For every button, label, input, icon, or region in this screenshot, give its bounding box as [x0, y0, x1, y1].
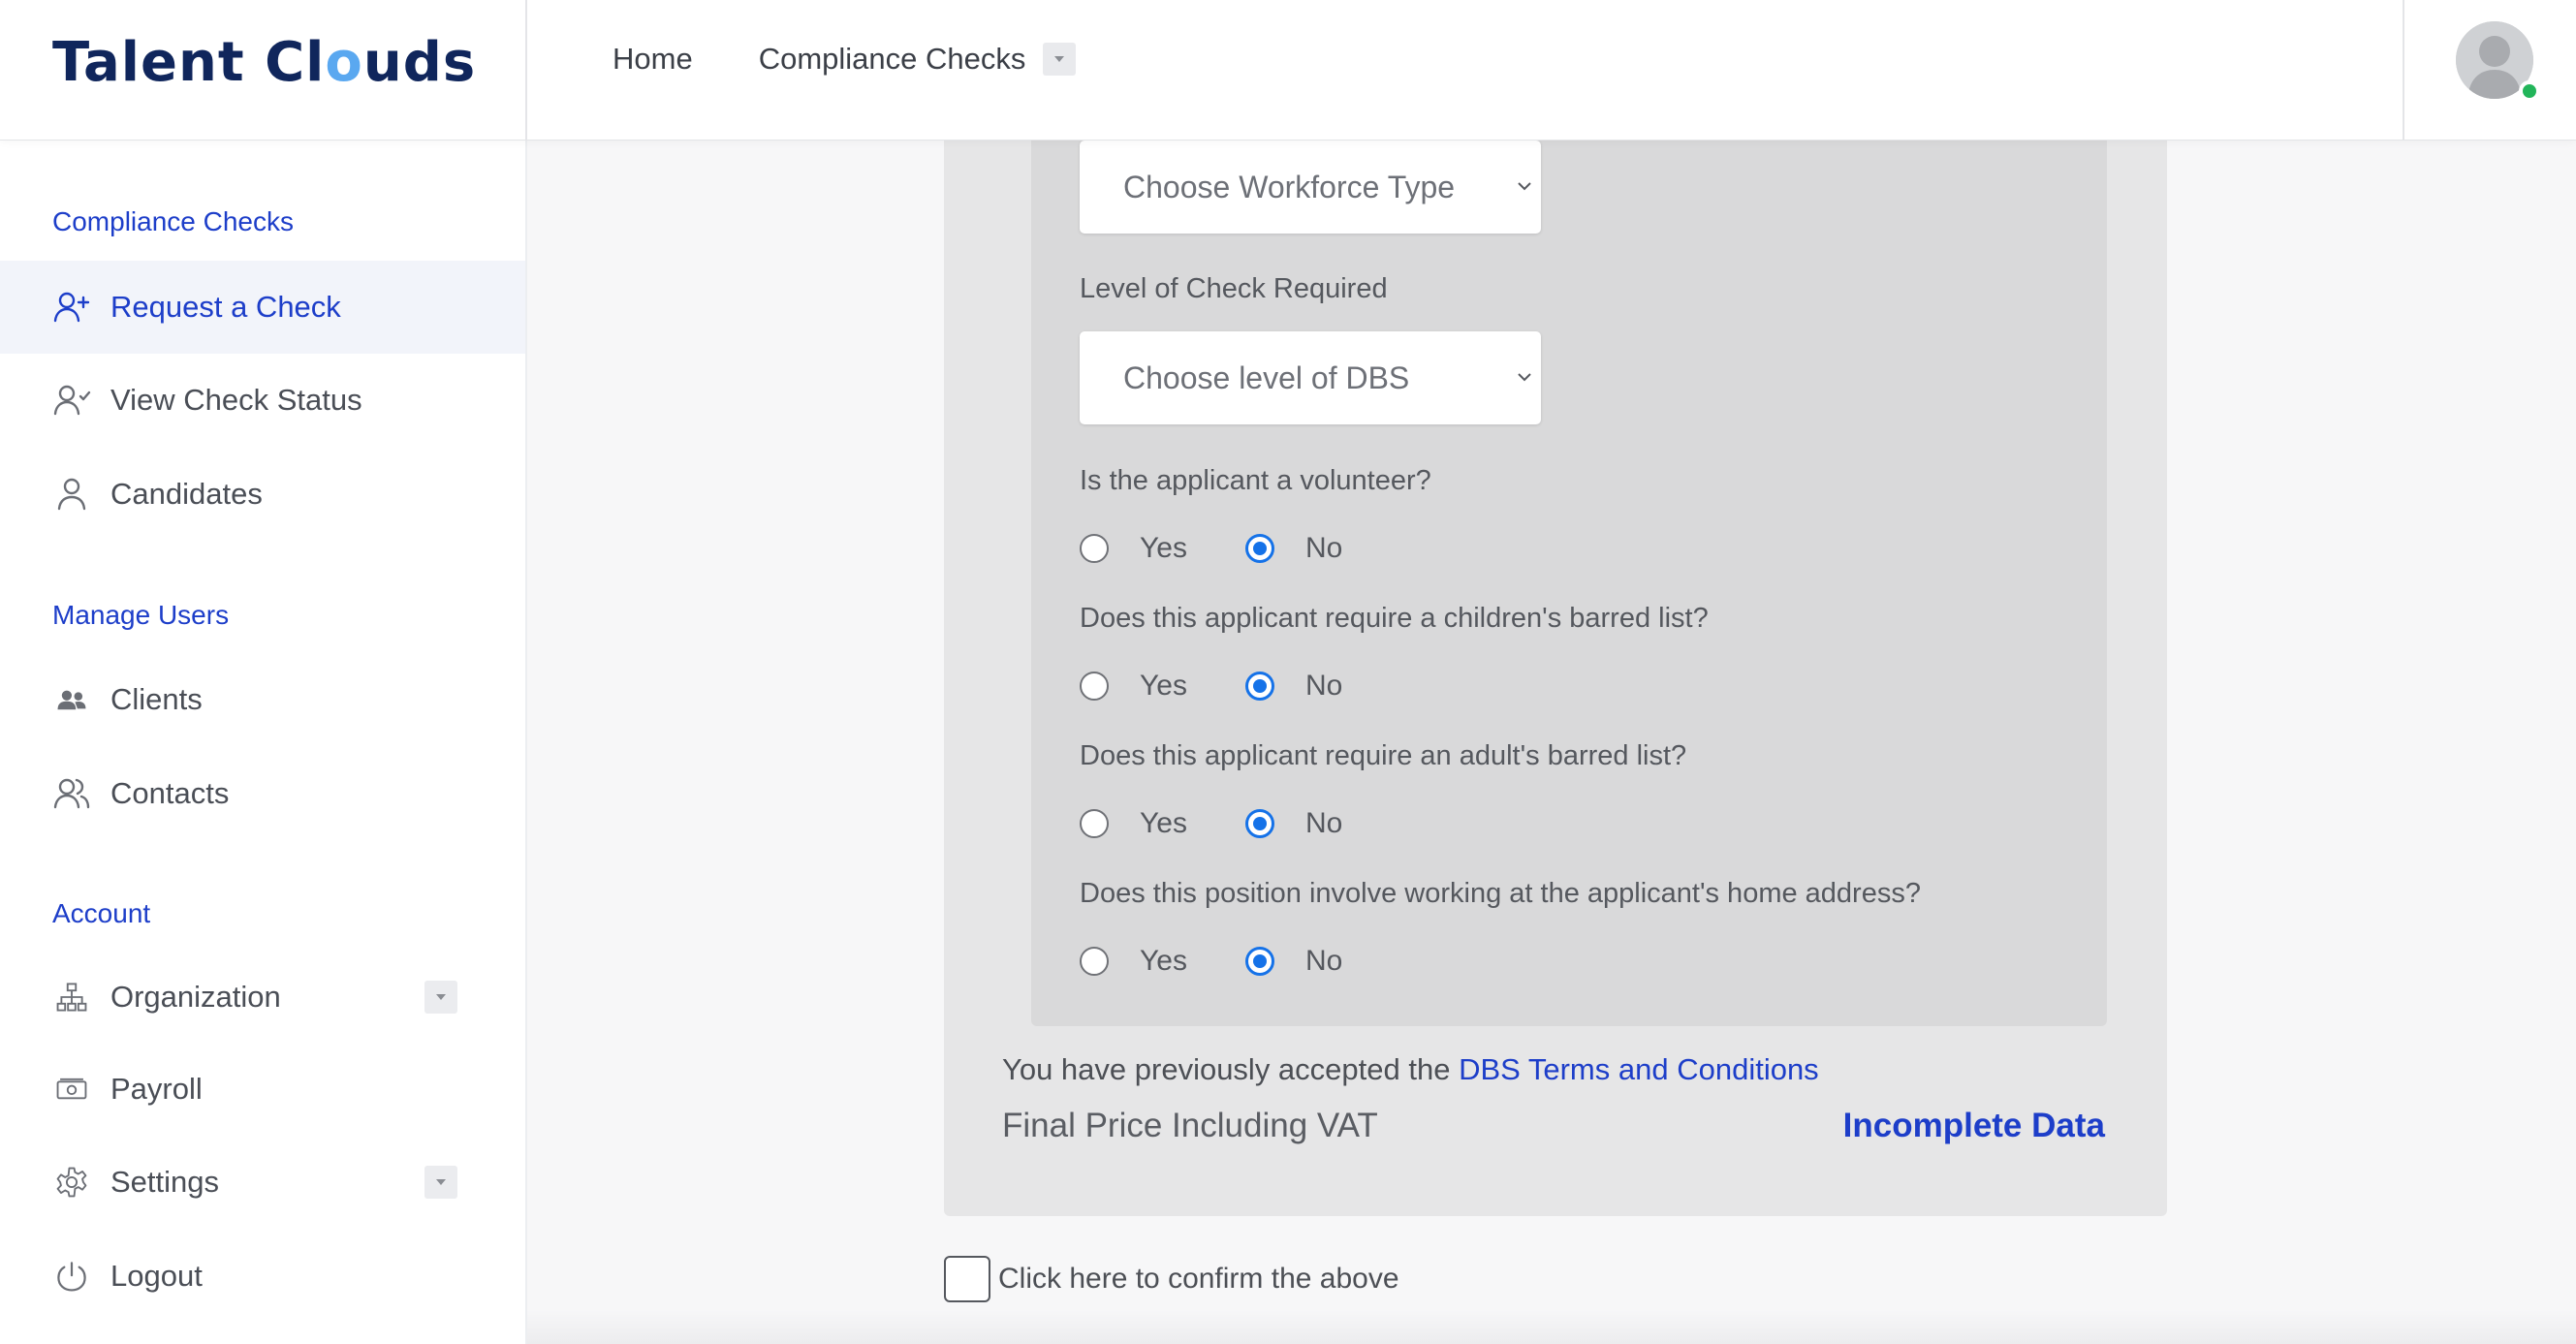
radio-button[interactable] — [1080, 809, 1109, 838]
level-of-check-label: Level of Check Required — [1080, 273, 1388, 304]
question-childrens-barred-list: Does this applicant require a children's… — [1080, 603, 1709, 634]
confirm-label: Click here to confirm the above — [998, 1263, 1399, 1295]
radio-home-address-no[interactable]: No — [1244, 945, 1343, 978]
dbs-terms-link[interactable]: DBS Terms and Conditions — [1459, 1052, 1819, 1086]
sidebar-item-label: Settings — [110, 1165, 220, 1199]
sidebar-item-view-check-status[interactable]: View Check Status — [0, 354, 525, 447]
radio-label: No — [1304, 532, 1343, 564]
logo-container: Talent Clouds — [0, 0, 527, 141]
radio-label: Yes — [1140, 807, 1187, 839]
confirm-checkbox[interactable] — [944, 1256, 990, 1302]
gear-icon — [52, 1163, 91, 1202]
radio-home-address-yes[interactable]: Yes — [1080, 945, 1187, 978]
chevron-down-icon — [1518, 182, 1531, 191]
logo-text-o: o — [325, 31, 363, 94]
radio-childrens-yes[interactable]: Yes — [1080, 670, 1187, 703]
nav-compliance-label: Compliance Checks — [758, 42, 1026, 76]
org-chart-icon — [52, 978, 91, 1016]
chevron-down-icon[interactable] — [424, 981, 457, 1014]
nav-home[interactable]: Home — [613, 42, 693, 77]
radio-label: No — [1304, 807, 1343, 839]
radio-label: Yes — [1140, 670, 1187, 702]
sidebar-item-organization[interactable]: Organization — [0, 951, 525, 1044]
sidebar-item-label: Candidates — [110, 477, 263, 511]
radio-label: Yes — [1140, 532, 1187, 564]
radio-group-adults-barred-list: Yes No — [1080, 807, 1342, 840]
sidebar: Compliance Checks Request a Check View C… — [0, 141, 527, 1344]
nav-compliance-checks[interactable]: Compliance Checks — [759, 42, 1077, 77]
user-icon — [52, 475, 91, 514]
chevron-down-icon[interactable] — [1043, 43, 1077, 76]
workforce-type-select[interactable]: Choose Workforce Type — [1080, 141, 1541, 234]
brand-logo[interactable]: Talent Clouds — [52, 31, 476, 94]
workforce-type-placeholder: Choose Workforce Type — [1123, 169, 1456, 204]
confirm-checkbox-row[interactable]: Click here to confirm the above — [944, 1256, 1399, 1302]
dbs-level-placeholder: Choose level of DBS — [1123, 359, 1410, 395]
terms-notice: You have previously accepted the DBS Ter… — [1002, 1052, 1819, 1087]
user-check-icon — [52, 381, 91, 420]
sidebar-item-logout[interactable]: Logout — [0, 1230, 525, 1323]
sidebar-item-clients[interactable]: Clients — [0, 653, 525, 746]
radio-button[interactable] — [1080, 947, 1109, 976]
user-menu — [2403, 0, 2576, 141]
section-compliance-checks: Compliance Checks — [52, 206, 294, 236]
user-plus-icon — [52, 288, 91, 327]
sidebar-item-label: Organization — [110, 980, 281, 1014]
radio-button-selected[interactable] — [1244, 672, 1274, 701]
contacts-icon — [52, 774, 91, 813]
money-icon — [52, 1070, 91, 1109]
sidebar-item-contacts[interactable]: Contacts — [0, 747, 525, 840]
final-price-label: Final Price Including VAT — [1002, 1107, 1378, 1144]
radio-button-selected[interactable] — [1244, 534, 1274, 563]
radio-childrens-no[interactable]: No — [1244, 670, 1343, 703]
chevron-down-icon[interactable] — [424, 1166, 457, 1199]
online-status-dot — [2519, 80, 2540, 102]
sidebar-item-settings[interactable]: Settings — [0, 1136, 525, 1229]
radio-label: No — [1304, 945, 1343, 977]
top-nav: Home Compliance Checks — [613, 0, 1077, 118]
top-header: Talent Clouds Home Compliance Checks — [0, 0, 2576, 141]
radio-group-childrens-barred-list: Yes No — [1080, 670, 1342, 703]
section-manage-users: Manage Users — [52, 600, 230, 630]
question-adults-barred-list: Does this applicant require an adult's b… — [1080, 740, 1687, 771]
radio-label: No — [1304, 670, 1343, 702]
radio-adults-no[interactable]: No — [1244, 807, 1343, 840]
question-home-address: Does this position involve working at th… — [1080, 878, 1921, 909]
sidebar-item-candidates[interactable]: Candidates — [0, 448, 525, 541]
section-account: Account — [52, 898, 151, 928]
radio-label: Yes — [1140, 945, 1187, 977]
sidebar-item-payroll[interactable]: Payroll — [0, 1043, 525, 1136]
radio-adults-yes[interactable]: Yes — [1080, 807, 1187, 840]
sidebar-item-label: Clients — [110, 682, 203, 716]
terms-text: You have previously accepted the — [1002, 1052, 1460, 1086]
radio-volunteer-yes[interactable]: Yes — [1080, 532, 1187, 565]
radio-button-selected[interactable] — [1244, 947, 1274, 976]
final-price-value: Incomplete Data — [1842, 1107, 2105, 1144]
sidebar-item-label: Logout — [110, 1259, 203, 1293]
nav-home-label: Home — [613, 42, 693, 76]
logo-text-end: uds — [362, 31, 477, 94]
chevron-down-icon — [1518, 373, 1531, 382]
radio-volunteer-no[interactable]: No — [1244, 532, 1343, 565]
sidebar-item-label: Contacts — [110, 776, 230, 810]
power-icon — [52, 1257, 91, 1296]
question-volunteer: Is the applicant a volunteer? — [1080, 465, 1431, 496]
users-icon — [52, 680, 91, 719]
sidebar-item-label: View Check Status — [110, 383, 362, 417]
radio-button[interactable] — [1080, 672, 1109, 701]
radio-button-selected[interactable] — [1244, 809, 1274, 838]
sidebar-item-label: Request a Check — [110, 290, 341, 324]
page-bottom-edge — [527, 1310, 2576, 1344]
sidebar-item-request-a-check[interactable]: Request a Check — [0, 261, 525, 354]
radio-group-volunteer: Yes No — [1080, 532, 1342, 565]
logo-text-start: Talent Cl — [52, 31, 326, 94]
radio-button[interactable] — [1080, 534, 1109, 563]
dbs-level-select[interactable]: Choose level of DBS — [1080, 331, 1541, 424]
radio-group-home-address: Yes No — [1080, 945, 1342, 978]
sidebar-item-label: Payroll — [110, 1072, 203, 1106]
